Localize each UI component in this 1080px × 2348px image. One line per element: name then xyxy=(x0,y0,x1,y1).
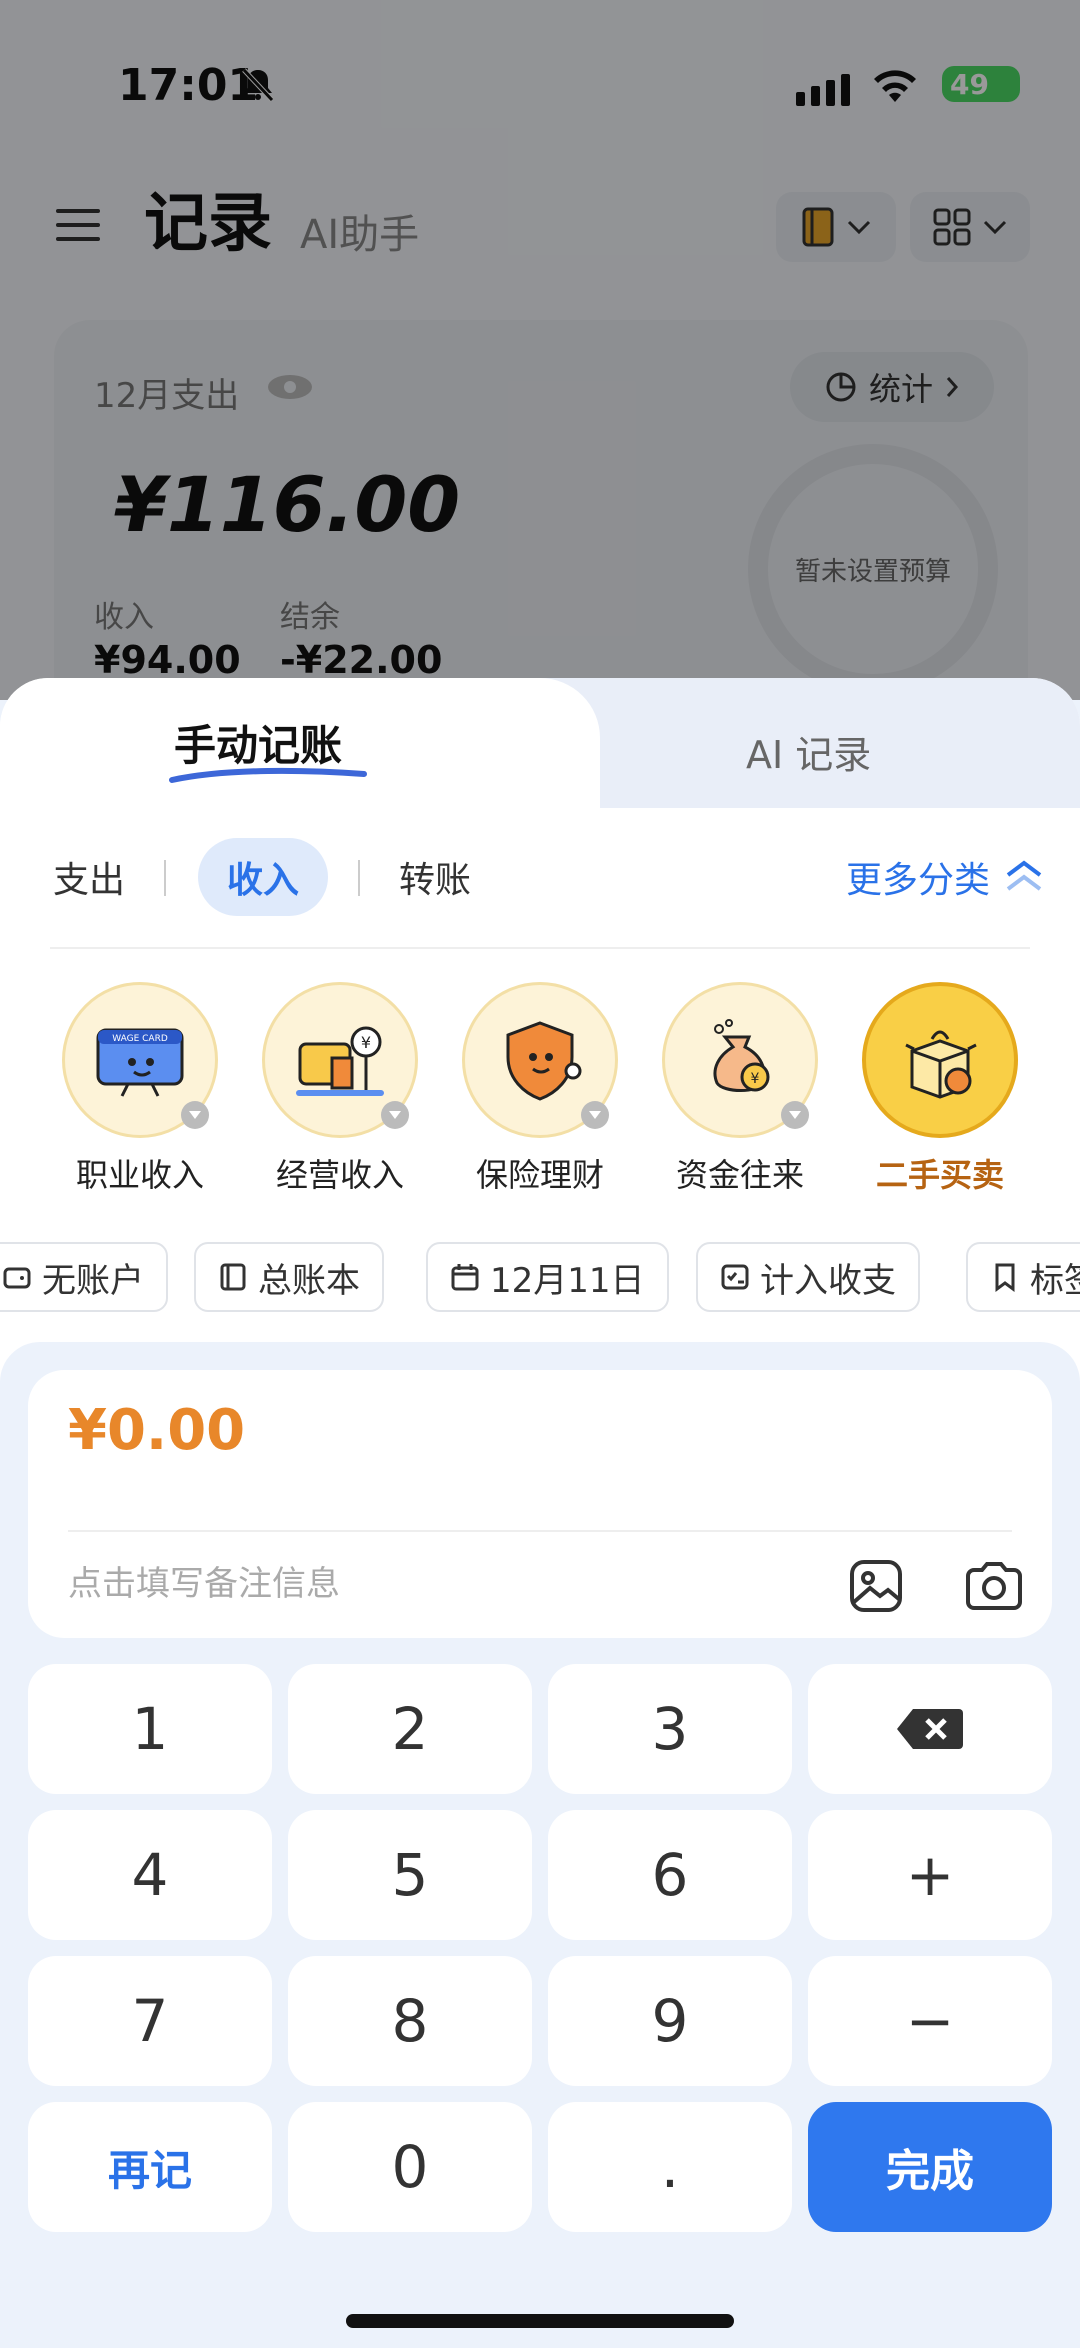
divider xyxy=(164,860,166,896)
wage-card-icon: WAGE CARD xyxy=(96,1028,184,1097)
minus-key[interactable]: − xyxy=(808,1956,1052,2086)
category-list: WAGE CARD 职业收入 ¥ 经营收入 保险理财 ¥ 资金往来 二手买卖 xyxy=(0,982,1080,1202)
category-name: 职业收入 xyxy=(75,1156,204,1194)
key-1[interactable]: 1 xyxy=(28,1664,272,1794)
camera-icon[interactable] xyxy=(964,1558,1024,1618)
category-icon-wrap: ¥ xyxy=(662,982,818,1138)
tab-underline xyxy=(169,767,367,783)
book-icon xyxy=(220,1263,246,1291)
key-3[interactable]: 3 xyxy=(548,1664,792,1794)
bookmark-icon xyxy=(995,1263,1015,1292)
backspace-key[interactable] xyxy=(808,1664,1052,1794)
type-expense[interactable]: 支出 xyxy=(34,838,144,916)
dropdown-dot-icon xyxy=(581,1101,609,1129)
tag-chip[interactable]: 标签 xyxy=(966,1242,1080,1312)
category-icon-wrap: WAGE CARD xyxy=(62,982,218,1138)
divider xyxy=(358,860,360,896)
box-icon xyxy=(905,1030,977,1099)
key-6[interactable]: 6 xyxy=(548,1810,792,1940)
account-label: 无账户 xyxy=(42,1260,144,1301)
dot-key[interactable]: . xyxy=(548,2102,792,2232)
amount-card: ¥0.00 点击填写备注信息 xyxy=(28,1370,1052,1638)
category-item[interactable]: ¥ 经营收入 xyxy=(260,982,420,1196)
svg-text:¥: ¥ xyxy=(361,1033,371,1052)
tag-label: 标签 xyxy=(1030,1260,1080,1301)
more-categories-button[interactable]: 更多分类 xyxy=(846,838,1044,916)
category-item[interactable]: 保险理财 xyxy=(460,982,620,1196)
note-input[interactable]: 点击填写备注信息 xyxy=(68,1556,340,1605)
divider xyxy=(50,947,1030,949)
image-icon[interactable] xyxy=(848,1558,904,1618)
ledger-label: 总账本 xyxy=(258,1260,360,1301)
svg-text:¥: ¥ xyxy=(751,1071,760,1087)
category-item-selected[interactable]: 二手买卖 xyxy=(860,982,1020,1196)
key-7[interactable]: 7 xyxy=(28,1956,272,2086)
dropdown-dot-icon xyxy=(381,1101,409,1129)
calendar-icon xyxy=(451,1264,479,1291)
shop-icon: ¥ xyxy=(296,1026,384,1096)
shield-icon xyxy=(506,1021,582,1101)
amount-display[interactable]: ¥0.00 xyxy=(68,1398,245,1463)
account-chip[interactable]: 无账户 xyxy=(0,1242,168,1312)
type-selector: 支出 收入 转账 更多分类 xyxy=(0,838,1080,918)
wallet-icon xyxy=(3,1267,31,1289)
category-name: 保险理财 xyxy=(475,1156,604,1194)
category-icon-wrap xyxy=(862,982,1018,1138)
money-bag-icon: ¥ xyxy=(713,1019,770,1092)
date-chip[interactable]: 12月11日 xyxy=(426,1242,669,1312)
modal-backdrop[interactable] xyxy=(0,0,1080,700)
category-icon-wrap xyxy=(462,982,618,1138)
record-sheet: 手动记账 AI 记录 支出 收入 转账 更多分类 WAGE CARD 职业收入 … xyxy=(0,678,1080,2348)
category-name: 二手买卖 xyxy=(875,1156,1004,1194)
home-indicator[interactable] xyxy=(346,2314,734,2328)
chevron-up-icon xyxy=(1006,860,1042,891)
backspace-icon xyxy=(897,1709,963,1749)
dropdown-dot-icon xyxy=(181,1101,209,1129)
category-item[interactable]: ¥ 资金往来 xyxy=(660,982,820,1196)
key-8[interactable]: 8 xyxy=(288,1956,532,2086)
svg-text:WAGE CARD: WAGE CARD xyxy=(112,1034,168,1044)
divider xyxy=(68,1530,1012,1532)
more-categories-label: 更多分类 xyxy=(845,860,990,901)
count-chip[interactable]: 计入收支 xyxy=(696,1242,920,1312)
key-9[interactable]: 9 xyxy=(548,1956,792,2086)
key-4[interactable]: 4 xyxy=(28,1810,272,1940)
checklist-icon xyxy=(721,1264,749,1290)
keypad-area: ¥0.00 点击填写备注信息 1 2 3 4 5 6 + 7 8 9 − 再记 … xyxy=(0,1342,1080,2348)
count-label: 计入收支 xyxy=(760,1260,896,1301)
option-chips: 无账户 总账本 12月11日 计入收支 标签 xyxy=(0,1242,1080,1314)
tab-manual[interactable]: 手动记账 xyxy=(174,712,342,773)
date-label: 12月11日 xyxy=(490,1260,645,1301)
type-transfer[interactable]: 转账 xyxy=(380,838,490,916)
category-name: 资金往来 xyxy=(675,1156,804,1194)
category-name: 经营收入 xyxy=(275,1156,404,1194)
done-button[interactable]: 完成 xyxy=(808,2102,1052,2232)
category-item[interactable]: WAGE CARD 职业收入 xyxy=(60,982,220,1196)
plus-key[interactable]: + xyxy=(808,1810,1052,1940)
category-icon-wrap: ¥ xyxy=(262,982,418,1138)
key-0[interactable]: 0 xyxy=(288,2102,532,2232)
key-5[interactable]: 5 xyxy=(288,1810,532,1940)
type-income[interactable]: 收入 xyxy=(198,838,328,916)
key-2[interactable]: 2 xyxy=(288,1664,532,1794)
dropdown-dot-icon xyxy=(781,1101,809,1129)
tab-ai[interactable]: AI 记录 xyxy=(746,724,871,779)
ledger-chip[interactable]: 总账本 xyxy=(194,1242,384,1312)
record-again-button[interactable]: 再记 xyxy=(28,2102,272,2232)
